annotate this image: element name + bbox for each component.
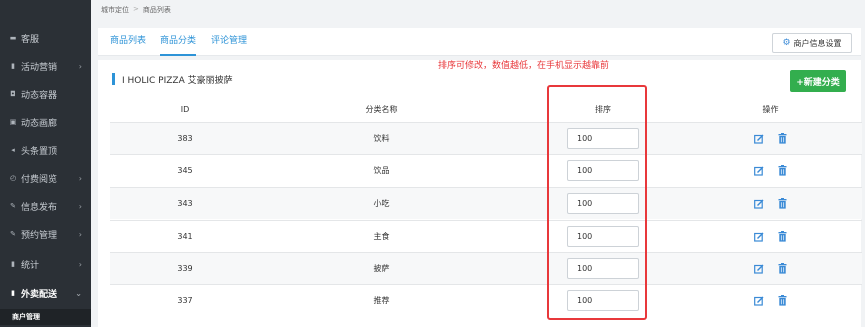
- cell-id: 341: [177, 232, 193, 241]
- sidebar-item-label: 付费阅览: [21, 174, 58, 185]
- cell-id: 345: [177, 166, 193, 175]
- sidebar-item-delivery[interactable]: ▮ 外卖配送 ⌄: [0, 279, 91, 307]
- tab-product-category[interactable]: 商品分类: [160, 28, 197, 56]
- chevron-right-icon: ›: [78, 229, 82, 239]
- edit-icon[interactable]: [754, 166, 764, 176]
- sort-input[interactable]: 100: [567, 128, 639, 149]
- table-row: 337 推荐 100: [110, 284, 862, 316]
- flag-icon: ▮: [11, 62, 15, 70]
- cell-id: 339: [177, 264, 193, 273]
- trash-icon[interactable]: [778, 165, 787, 176]
- image-icon: ▣: [9, 118, 17, 126]
- sidebar-item-label: 外卖配送: [21, 289, 58, 300]
- sort-input[interactable]: 100: [567, 226, 639, 247]
- cell-name: 披萨: [373, 264, 390, 273]
- sort-input[interactable]: 100: [567, 160, 639, 181]
- column-header-name: 分类名称: [365, 105, 398, 114]
- cell-name: 主食: [373, 232, 390, 241]
- column-header-sort: 排序: [595, 105, 611, 114]
- edit-icon[interactable]: [754, 296, 764, 306]
- column-header-actions: 操作: [762, 105, 779, 114]
- chat-icon: ▬: [9, 34, 17, 42]
- pencil-icon: ✎: [10, 202, 16, 210]
- sort-input[interactable]: 100: [567, 193, 639, 214]
- pencil-icon: ✎: [10, 230, 16, 238]
- cell-id: 343: [177, 199, 193, 208]
- trash-icon[interactable]: [778, 295, 787, 306]
- sidebar-item-gallery[interactable]: ▣ 动态画廊: [0, 108, 91, 136]
- edit-icon[interactable]: [754, 134, 764, 144]
- edit-icon[interactable]: [754, 199, 764, 209]
- trash-icon[interactable]: [778, 133, 787, 144]
- sort-input[interactable]: 100: [567, 258, 639, 279]
- breadcrumb-parent[interactable]: 城市定位: [101, 5, 129, 15]
- merchant-settings-label: 商户信息设置: [793, 38, 842, 48]
- sidebar-item-label: 动态画廊: [21, 118, 58, 129]
- merchant-settings-button[interactable]: ⚙ 商户信息设置: [772, 33, 852, 53]
- chevron-down-icon: ⌄: [75, 288, 82, 298]
- table-row: 345 饮品 100: [110, 154, 862, 186]
- tab-product-list[interactable]: 商品列表: [110, 28, 146, 56]
- sidebar-item-publish[interactable]: ✎ 信息发布 ›: [0, 192, 91, 220]
- column-header-id: ID: [180, 105, 190, 114]
- cell-name: 小吃: [373, 199, 390, 208]
- breadcrumb: 城市定位 > 商品列表: [101, 5, 171, 15]
- sidebar-item-customer-service[interactable]: ▬ 客服: [0, 24, 91, 52]
- tab-review-management[interactable]: 评论管理: [211, 28, 247, 56]
- table-row: 383 饮料 100: [110, 122, 862, 154]
- sidebar-item-label: 统计: [21, 260, 40, 271]
- trash-icon[interactable]: [778, 198, 787, 209]
- sidebar-item-label: 客服: [21, 34, 40, 45]
- cell-name: 推荐: [373, 296, 390, 305]
- speaker-icon: ◂: [11, 146, 15, 154]
- add-category-button[interactable]: +新建分类: [790, 70, 846, 92]
- chevron-right-icon: ›: [78, 201, 82, 211]
- window-icon: ◘: [10, 90, 16, 98]
- table-header: ID 分类名称 排序 操作: [110, 100, 862, 122]
- store-name: I HOLIC PIZZA 艾豪丽披萨: [122, 75, 233, 86]
- tab-bar: 商品列表 商品分类 评论管理: [98, 28, 861, 56]
- edit-icon[interactable]: [754, 264, 764, 274]
- cell-id: 337: [177, 296, 193, 305]
- store-title: I HOLIC PIZZA 艾豪丽披萨: [112, 72, 233, 86]
- chevron-right-icon: ›: [78, 173, 82, 183]
- table-row: 339 披萨 100: [110, 252, 862, 284]
- sidebar-item-dynamic-container[interactable]: ◘ 动态容器: [0, 80, 91, 108]
- sidebar-item-marketing[interactable]: ▮ 活动营销 ›: [0, 52, 91, 80]
- table-row: 343 小吃 100: [110, 187, 862, 219]
- sidebar-item-label: 信息发布: [21, 202, 58, 213]
- gear-icon: ⚙: [782, 38, 791, 48]
- breadcrumb-current: 商品列表: [142, 6, 171, 14]
- annotation-note: 排序可修改，数值越低，在手机显示越靠前: [438, 61, 610, 71]
- sidebar-item-label: 头条置顶: [21, 146, 58, 157]
- cell-name: 饮料: [373, 134, 390, 143]
- title-marker: [112, 73, 115, 85]
- sidebar-item-label: 预约管理: [21, 230, 58, 241]
- sidebar-item-label: 动态容器: [21, 90, 58, 101]
- trash-icon[interactable]: [778, 231, 787, 242]
- bar-chart-icon: ▮: [11, 289, 15, 297]
- sidebar-item-stats[interactable]: ▮ 统计 ›: [0, 250, 91, 278]
- clock-icon: ◴: [9, 174, 17, 182]
- bar-chart-icon: ▮: [11, 260, 15, 268]
- table-row: 341 主食 100: [110, 220, 862, 252]
- trash-icon[interactable]: [778, 263, 787, 274]
- chevron-right-icon: ›: [78, 259, 82, 269]
- breadcrumb-separator: >: [133, 5, 139, 13]
- sidebar-item-label: 活动营销: [21, 62, 58, 73]
- cell-id: 383: [177, 134, 193, 143]
- sidebar-subitem-merchant[interactable]: 商户管理: [0, 309, 91, 325]
- chevron-right-icon: ›: [78, 61, 82, 71]
- sidebar-item-headline[interactable]: ◂ 头条置顶: [0, 136, 91, 164]
- sidebar: ▬ 客服 ▮ 活动营销 › ◘ 动态容器 ▣ 动态画廊 ◂ 头条置顶 ◴ 付费阅…: [0, 0, 91, 327]
- sort-input[interactable]: 100: [567, 290, 639, 311]
- sidebar-item-reservation[interactable]: ✎ 预约管理 ›: [0, 220, 91, 248]
- cell-name: 饮品: [373, 166, 390, 175]
- edit-icon[interactable]: [754, 232, 764, 242]
- sidebar-item-paid-reading[interactable]: ◴ 付费阅览 ›: [0, 164, 91, 192]
